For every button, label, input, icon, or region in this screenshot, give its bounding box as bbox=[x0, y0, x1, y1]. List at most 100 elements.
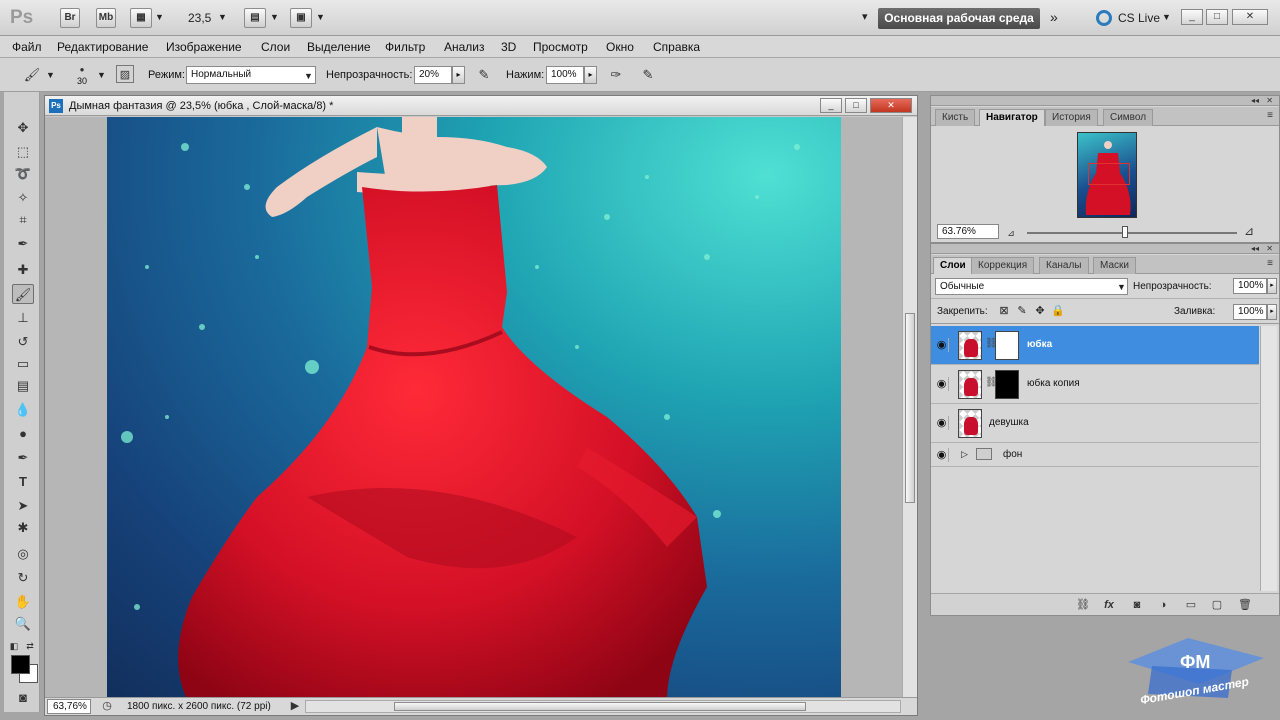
pressure-field[interactable]: 100% bbox=[546, 66, 584, 84]
status-zoom-field[interactable]: 63,76% bbox=[47, 699, 91, 714]
layer-row[interactable]: ◉ ⛓ юбка bbox=[931, 326, 1259, 365]
tab-brush[interactable]: Кисть bbox=[935, 109, 976, 126]
vertical-scrollbar[interactable] bbox=[902, 117, 917, 699]
lasso-tool-icon[interactable]: ➰ bbox=[12, 164, 34, 184]
chevron-down-icon[interactable]: ▼ bbox=[270, 12, 279, 22]
expand-group-icon[interactable]: ▷ bbox=[961, 449, 968, 460]
marquee-tool-icon[interactable]: ⬚ bbox=[12, 142, 34, 162]
menu-window[interactable]: Окно bbox=[606, 40, 634, 54]
mini-bridge-button[interactable]: Mb bbox=[96, 8, 116, 28]
chevron-down-icon[interactable]: ▼ bbox=[46, 70, 55, 80]
quick-selection-tool-icon[interactable]: ✧ bbox=[12, 188, 34, 208]
brush-panel-icon[interactable]: ▨ bbox=[116, 65, 134, 83]
collapse-panel-icon[interactable]: ◂◂ bbox=[1251, 244, 1259, 253]
hand-tool-icon[interactable]: ✋ bbox=[12, 592, 34, 612]
eye-icon[interactable]: ◉ bbox=[935, 416, 949, 430]
panel-header-strip[interactable]: ◂◂ ✕ bbox=[931, 244, 1279, 254]
type-tool-icon[interactable]: T bbox=[12, 472, 34, 492]
blend-mode-select[interactable]: Обычные bbox=[935, 278, 1128, 295]
menu-layer[interactable]: Слои bbox=[261, 40, 290, 54]
status-options-icon[interactable]: ◷ bbox=[99, 699, 115, 713]
zoom-in-icon[interactable]: ⊿ bbox=[1241, 224, 1257, 238]
zoom-out-icon[interactable]: ⊿ bbox=[1003, 226, 1019, 240]
quick-mask-icon[interactable]: ◙ bbox=[12, 688, 34, 708]
path-selection-tool-icon[interactable]: ➤ bbox=[12, 496, 34, 516]
horizontal-scrollbar[interactable] bbox=[305, 700, 901, 713]
brush-tool-icon[interactable]: 🖌 bbox=[22, 65, 42, 85]
horizontal-scroll-thumb[interactable] bbox=[394, 702, 806, 711]
default-colors-icon[interactable]: ◧ bbox=[8, 636, 20, 656]
menu-file[interactable]: Файл bbox=[12, 40, 42, 54]
layer-row[interactable]: ◉ ⛓ юбка копия bbox=[931, 365, 1259, 404]
panel-menu-icon[interactable]: ≡ bbox=[1267, 258, 1273, 269]
new-layer-icon[interactable]: ▢ bbox=[1209, 598, 1225, 612]
minimize-button[interactable]: _ bbox=[1181, 9, 1203, 25]
zoom-tool-icon[interactable]: 🔍 bbox=[12, 614, 34, 634]
close-panel-icon[interactable]: ✕ bbox=[1266, 96, 1273, 105]
pen-tool-icon[interactable]: ✒ bbox=[12, 448, 34, 468]
bridge-button[interactable]: Br bbox=[60, 8, 80, 28]
menu-edit[interactable]: Редактирование bbox=[57, 40, 148, 54]
layer-row[interactable]: ◉ девушка bbox=[931, 404, 1259, 443]
layer-thumbnail[interactable] bbox=[958, 409, 982, 438]
image-canvas[interactable] bbox=[107, 117, 841, 699]
swap-colors-icon[interactable]: ⇄ bbox=[24, 636, 36, 656]
layer-opacity-field[interactable]: 100% bbox=[1233, 278, 1267, 294]
pressure-slider-button[interactable]: ▸ bbox=[584, 66, 597, 84]
close-button[interactable]: ✕ bbox=[1232, 9, 1268, 25]
tab-channels[interactable]: Каналы bbox=[1039, 257, 1089, 274]
layer-name[interactable]: фон bbox=[1003, 449, 1022, 460]
tablet-opacity-icon[interactable]: ✎ bbox=[474, 65, 494, 85]
shape-tool-icon[interactable]: ✱ bbox=[12, 518, 34, 538]
opacity-field[interactable]: 20% bbox=[414, 66, 452, 84]
more-workspaces-icon[interactable]: » bbox=[1050, 9, 1058, 25]
tab-masks[interactable]: Маски bbox=[1093, 257, 1136, 274]
foreground-color-swatch[interactable] bbox=[11, 655, 30, 674]
status-menu-icon[interactable]: ▶ bbox=[287, 699, 303, 713]
menu-3d[interactable]: 3D bbox=[501, 40, 516, 54]
maximize-button[interactable]: □ bbox=[1206, 9, 1228, 25]
navigator-zoom-slider[interactable] bbox=[1027, 232, 1237, 234]
panel-header-strip[interactable]: ◂◂ ✕ bbox=[931, 96, 1279, 106]
close-panel-icon[interactable]: ✕ bbox=[1266, 244, 1273, 253]
add-mask-icon[interactable]: ◙ bbox=[1129, 598, 1145, 612]
3d-rotate-tool-icon[interactable]: ◎ bbox=[12, 544, 34, 564]
brush-tool-icon[interactable]: 🖌 bbox=[12, 284, 34, 304]
zoom-level[interactable]: 23,5 bbox=[188, 11, 211, 25]
doc-maximize-button[interactable]: □ bbox=[845, 98, 867, 113]
layer-style-icon[interactable]: fx bbox=[1101, 598, 1117, 612]
layer-thumbnail[interactable] bbox=[958, 331, 982, 360]
tab-navigator[interactable]: Навигатор bbox=[979, 109, 1045, 126]
tab-history[interactable]: История bbox=[1045, 109, 1098, 126]
layers-scrollbar[interactable] bbox=[1260, 326, 1277, 591]
blur-tool-icon[interactable]: 💧 bbox=[12, 400, 34, 420]
screen-mode-button[interactable]: ▣ bbox=[290, 8, 312, 28]
cs-live-button[interactable]: CS Live bbox=[1118, 11, 1160, 25]
move-tool-icon[interactable]: ✥ bbox=[12, 118, 34, 138]
eye-icon[interactable]: ◉ bbox=[935, 448, 949, 462]
view-extras-button[interactable]: ▦ bbox=[130, 8, 152, 28]
navigator-zoom-knob[interactable] bbox=[1122, 226, 1128, 238]
eraser-tool-icon[interactable]: ▭ bbox=[12, 354, 34, 374]
layer-name[interactable]: юбка bbox=[1027, 339, 1052, 350]
gradient-tool-icon[interactable]: ▤ bbox=[12, 376, 34, 396]
document-title-bar[interactable]: Ps Дымная фантазия @ 23,5% (юбка , Слой-… bbox=[45, 96, 917, 116]
tablet-size-icon[interactable]: ✎ bbox=[638, 65, 658, 85]
new-group-icon[interactable]: ▭ bbox=[1183, 598, 1199, 612]
history-brush-tool-icon[interactable]: ↺ bbox=[12, 332, 34, 352]
mode-select[interactable]: Нормальный bbox=[186, 66, 316, 84]
fill-slider[interactable]: ▸ bbox=[1267, 304, 1277, 320]
menu-filter[interactable]: Фильтр bbox=[385, 40, 425, 54]
chevron-down-icon[interactable]: ▼ bbox=[1162, 12, 1171, 22]
layer-opacity-slider[interactable]: ▸ bbox=[1267, 278, 1277, 294]
navigator-view-box[interactable] bbox=[1088, 163, 1130, 185]
healing-brush-tool-icon[interactable]: ✚ bbox=[12, 260, 34, 280]
lock-all-icon[interactable]: 🔒 bbox=[1051, 304, 1065, 318]
menu-view[interactable]: Просмотр bbox=[533, 40, 588, 54]
airbrush-icon[interactable]: ✑ bbox=[606, 65, 626, 85]
tab-adjustments[interactable]: Коррекция bbox=[971, 257, 1035, 274]
tab-character[interactable]: Символ bbox=[1103, 109, 1154, 126]
chevron-down-icon[interactable]: ▼ bbox=[97, 70, 106, 80]
clone-stamp-tool-icon[interactable]: ⊥ bbox=[12, 308, 34, 328]
chevron-down-icon[interactable]: ▼ bbox=[316, 12, 325, 22]
